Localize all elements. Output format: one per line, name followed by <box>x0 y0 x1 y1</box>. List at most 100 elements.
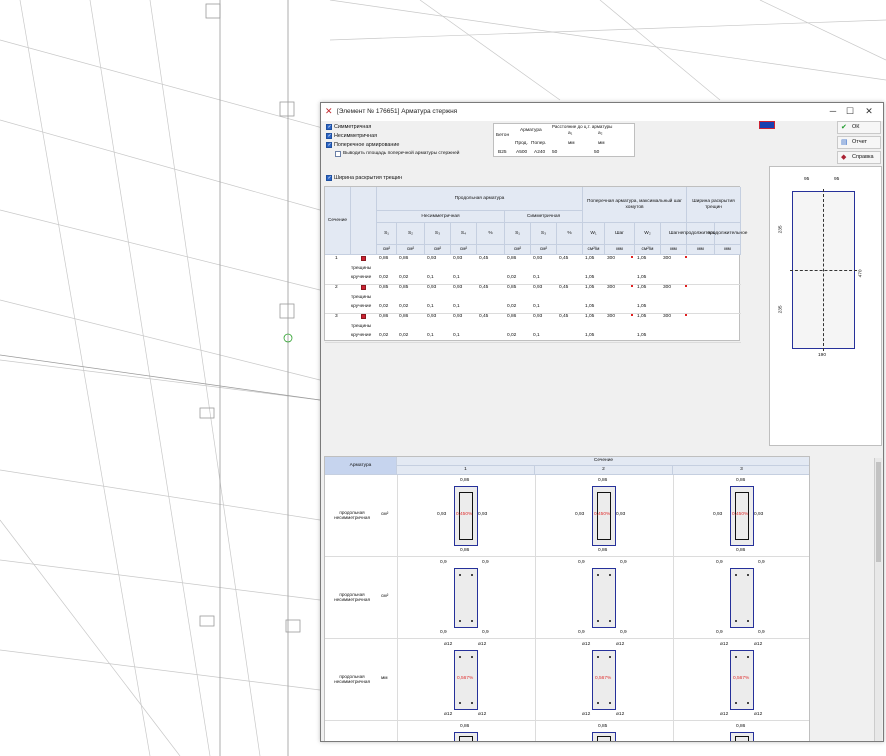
corner-area: 0,9 <box>578 630 585 635</box>
row-checkbox[interactable] <box>361 314 366 319</box>
row-number: 2 <box>335 285 338 290</box>
transverse-checkbox[interactable] <box>326 142 332 148</box>
table-cell[interactable]: 0,93 <box>427 314 436 320</box>
table-cell[interactable]: 0,45 <box>559 314 568 320</box>
table-cell[interactable]: 1,05 <box>637 256 646 262</box>
col-unit-7 <box>557 245 583 255</box>
table-cell[interactable]: 0,85 <box>379 285 388 291</box>
table-cell[interactable]: 300 <box>607 314 615 320</box>
table-cell[interactable]: 300 <box>663 256 671 262</box>
help-button[interactable]: ◆ Справка <box>837 151 881 164</box>
symmetric-checkbox[interactable] <box>326 124 332 130</box>
table-cell[interactable]: 300 <box>663 314 671 320</box>
table-cell[interactable]: 300 <box>663 285 671 291</box>
table-cell[interactable]: 0,1 <box>453 304 460 310</box>
grid-row-unit: мм <box>381 676 388 681</box>
table-cell[interactable]: 0,02 <box>399 304 408 310</box>
minimize-button[interactable]: ─ <box>826 105 840 117</box>
table-cell[interactable]: 1,05 <box>585 285 594 291</box>
table-cell[interactable]: 0,85 <box>399 285 408 291</box>
table-cell[interactable]: 1,05 <box>637 333 646 339</box>
a1-value[interactable]: 50 <box>552 150 557 156</box>
table-cell[interactable]: 1,05 <box>585 314 594 320</box>
table-cell[interactable]: 0,93 <box>453 285 462 291</box>
beton-value[interactable]: B25 <box>498 150 507 156</box>
report-button[interactable]: ▤ Отчет <box>837 136 881 149</box>
table-cell[interactable]: 0,85 <box>507 285 516 291</box>
table-cell[interactable]: 0,86 <box>507 314 516 320</box>
table-cell[interactable]: 0,1 <box>533 275 540 281</box>
table-cell[interactable]: 300 <box>607 285 615 291</box>
table-cell[interactable]: 1,05 <box>585 275 594 281</box>
scrollbar-thumb[interactable] <box>876 462 881 562</box>
grid-scrollbar[interactable] <box>874 458 882 741</box>
table-cell[interactable]: 0,1 <box>427 275 434 281</box>
table-cell[interactable]: 0,86 <box>507 256 516 262</box>
table-cell[interactable]: 0,02 <box>507 333 516 339</box>
table-cell[interactable]: 1,05 <box>637 275 646 281</box>
table-cell[interactable]: 0,93 <box>453 314 462 320</box>
table-cell[interactable]: 0,02 <box>507 275 516 281</box>
table-cell[interactable]: 0,93 <box>453 256 462 262</box>
output-transverse-checkbox[interactable] <box>335 151 341 157</box>
table-cell[interactable]: 1,05 <box>637 304 646 310</box>
table-cell[interactable]: 0,1 <box>453 333 460 339</box>
table-cell[interactable]: 0,45 <box>559 256 568 262</box>
ok-button[interactable]: ✔ ОК <box>837 121 881 134</box>
arm-poper-value[interactable]: A240 <box>534 150 545 156</box>
bar-diameter: ø12 <box>754 712 763 717</box>
table-cell[interactable]: 0,02 <box>379 304 388 310</box>
table-cell[interactable]: 0,45 <box>479 285 488 291</box>
table-cell[interactable]: 0,93 <box>427 256 436 262</box>
table-cell[interactable]: 0,45 <box>559 285 568 291</box>
col-header-3: S₄ <box>451 223 477 245</box>
table-cell[interactable]: 0,1 <box>533 333 540 339</box>
row-checkbox[interactable] <box>361 285 366 290</box>
rebar-dot <box>597 620 599 622</box>
table-cell[interactable]: 0,86 <box>379 314 388 320</box>
bar-diameter: ø12 <box>720 642 729 647</box>
table-cell[interactable]: 300 <box>607 256 615 262</box>
table-cell[interactable]: 0,02 <box>379 333 388 339</box>
table-cell[interactable]: 0,02 <box>507 304 516 310</box>
table-cell[interactable]: 0,1 <box>427 333 434 339</box>
maximize-button[interactable]: ☐ <box>843 105 857 117</box>
table-cell[interactable]: 0,1 <box>533 304 540 310</box>
table-cell[interactable]: 0,86 <box>399 256 408 262</box>
table-cell[interactable]: 0,93 <box>533 285 542 291</box>
row-checkbox[interactable] <box>361 256 366 261</box>
rebar-dot <box>735 620 737 622</box>
table-cell[interactable]: 1,05 <box>585 256 594 262</box>
right-area: 0,93 <box>478 512 488 517</box>
table-cell[interactable]: 0,45 <box>479 314 488 320</box>
table-cell[interactable]: 0,93 <box>427 285 436 291</box>
table-cell[interactable]: 0,02 <box>379 275 388 281</box>
table-cell[interactable]: 0,02 <box>399 275 408 281</box>
table-cell[interactable]: 0,1 <box>427 304 434 310</box>
table-cell[interactable]: 0,93 <box>533 256 542 262</box>
table-cell[interactable]: 0,02 <box>399 333 408 339</box>
a2-value[interactable]: 50 <box>594 150 599 156</box>
asymmetric-checkbox[interactable] <box>326 133 332 139</box>
table-cell[interactable]: 0,1 <box>453 275 460 281</box>
table-cell[interactable]: 1,05 <box>585 304 594 310</box>
poper-header: Попер. <box>531 141 547 146</box>
bar-diameter: ø12 <box>616 642 625 647</box>
table-cell[interactable]: 1,05 <box>637 314 646 320</box>
crack-width-checkbox[interactable] <box>326 175 332 181</box>
table-cell[interactable]: 0,45 <box>479 256 488 262</box>
close-button[interactable]: ✕ <box>862 105 876 117</box>
table-cell[interactable]: 0,93 <box>533 314 542 320</box>
table-cell[interactable]: 0,86 <box>399 314 408 320</box>
table-cell[interactable]: 1,05 <box>637 285 646 291</box>
rebar-dot <box>609 656 611 658</box>
table-cell[interactable]: 0,86 <box>379 256 388 262</box>
dim-top: 235 <box>778 225 784 234</box>
row-number: 1 <box>335 256 338 261</box>
corner-area: 0,9 <box>620 630 627 635</box>
title-bar[interactable]: ✕ [Элемент № 176651] Арматура стержня ─ … <box>321 103 883 121</box>
arm-prod-value[interactable]: A500 <box>516 150 527 156</box>
col-unit-6: см² <box>531 245 557 255</box>
table-cell[interactable]: 1,05 <box>585 333 594 339</box>
reinforcement-percent: 0,567% <box>595 676 612 681</box>
